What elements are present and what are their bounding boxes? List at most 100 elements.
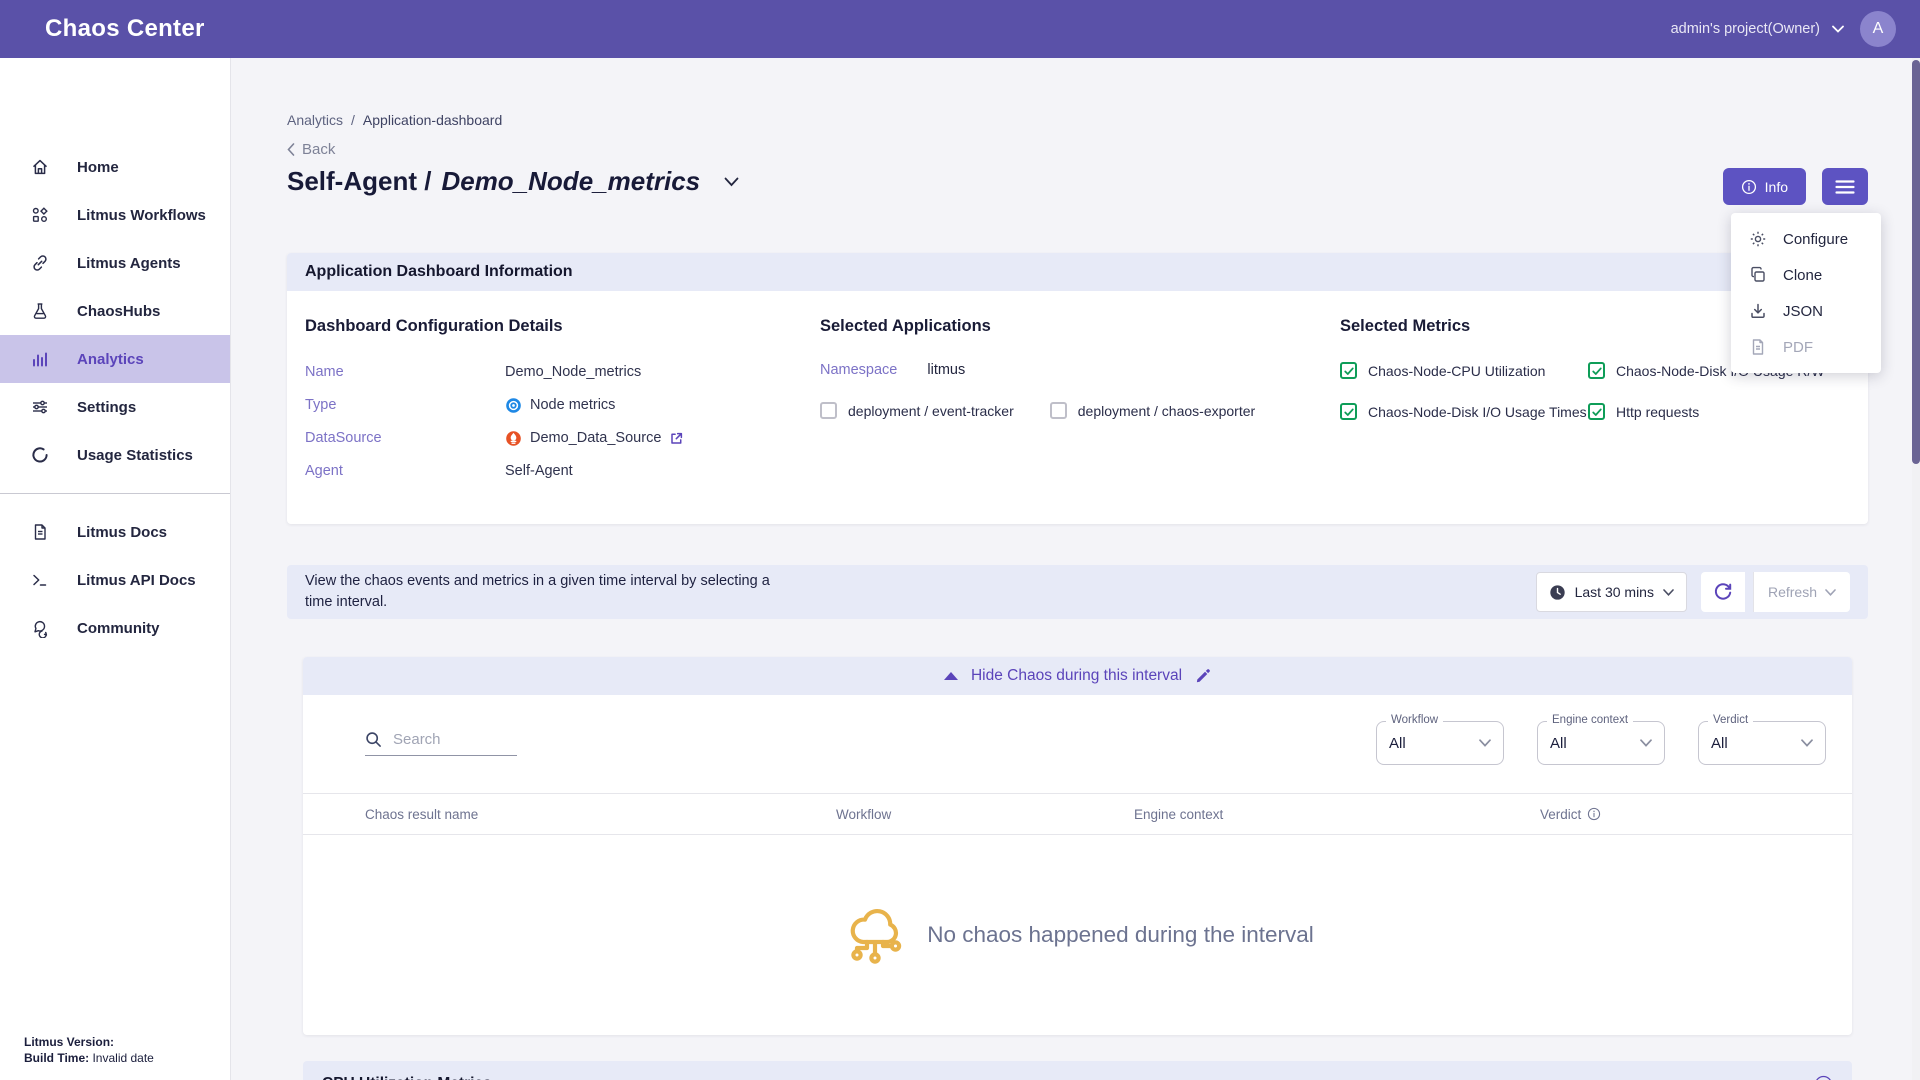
menu-item-clone[interactable]: Clone [1731, 257, 1881, 293]
refresh-mode-selector[interactable]: Refresh [1753, 572, 1850, 612]
checkbox-checked-icon [1588, 362, 1605, 379]
project-selector[interactable]: admin's project(Owner) [1671, 21, 1844, 37]
dashboard-menu-button[interactable] [1822, 168, 1868, 205]
avatar[interactable]: A [1860, 11, 1896, 47]
sidebar-item-home[interactable]: Home [0, 143, 230, 191]
chevron-down-icon [1825, 589, 1836, 596]
sidebar-item-label: Litmus API Docs [77, 572, 196, 589]
sidebar-item-litmus-workflows[interactable]: Litmus Workflows [0, 191, 230, 239]
chat-bubbles-icon [30, 618, 50, 638]
cloud-network-icon [841, 901, 909, 969]
clone-icon [1749, 266, 1767, 284]
refresh-now-button[interactable] [1701, 572, 1745, 612]
sidebar: Home Litmus Workflows Litmus Agents Chao… [0, 58, 231, 1080]
select-label: Engine context [1547, 714, 1633, 726]
column-chaos-result-name: Chaos result name [365, 807, 836, 822]
info-icon [1741, 179, 1757, 195]
info-button[interactable]: Info [1723, 168, 1806, 205]
engine-context-filter-select[interactable]: Engine context All [1537, 721, 1665, 765]
metric-checkbox-http-requests[interactable]: Http requests [1588, 403, 1850, 420]
sidebar-item-usage-statistics[interactable]: Usage Statistics [0, 431, 230, 479]
flask-icon [30, 301, 50, 321]
build-time-label: Build Time: [24, 1051, 89, 1065]
application-checkbox-event-tracker[interactable]: deployment / event-tracker [820, 402, 1014, 419]
checkbox-checked-icon [1340, 362, 1357, 379]
sidebar-item-chaoshubs[interactable]: ChaosHubs [0, 287, 230, 335]
search-input[interactable] [393, 731, 505, 748]
chevron-down-icon [1479, 739, 1491, 747]
info-button-label: Info [1765, 179, 1788, 195]
select-value: All [1389, 735, 1406, 752]
gear-icon [1749, 230, 1767, 248]
app-title: Chaos Center [45, 15, 205, 43]
application-checkbox-chaos-exporter[interactable]: deployment / chaos-exporter [1050, 402, 1255, 419]
menu-item-label: Configure [1783, 231, 1848, 248]
edit-interval-button[interactable] [1195, 668, 1211, 684]
chaos-toggle-bar: Hide Chaos during this interval [303, 657, 1852, 695]
home-icon [30, 157, 50, 177]
sidebar-item-label: Usage Statistics [77, 447, 193, 464]
back-link[interactable]: Back [287, 141, 357, 158]
name-label: Name [305, 364, 505, 380]
title-agent-prefix: Self-Agent / [287, 166, 431, 197]
document-icon [30, 522, 50, 542]
chevron-down-icon [1801, 739, 1813, 747]
sidebar-item-community[interactable]: Community [0, 604, 230, 652]
sidebar-item-label: ChaosHubs [77, 303, 160, 320]
menu-item-configure[interactable]: Configure [1731, 221, 1881, 257]
metric-checkbox-disk-io-times[interactable]: Chaos-Node-Disk I/O Usage Times [1340, 403, 1588, 420]
time-range-selector[interactable]: Last 30 mins [1536, 572, 1687, 612]
build-time-value: Invalid date [92, 1051, 153, 1065]
datasource-external-link[interactable] [669, 431, 684, 446]
metric-checkbox-cpu-utilization[interactable]: Chaos-Node-CPU Utilization [1340, 362, 1588, 379]
dashboard-switcher[interactable] [724, 177, 739, 187]
chevron-down-icon [1640, 739, 1652, 747]
clock-icon [1549, 584, 1566, 601]
chaos-events-panel: Hide Chaos during this interval Workflow… [303, 657, 1852, 1035]
empty-message: No chaos happened during the interval [927, 922, 1314, 948]
collapse-triangle-icon[interactable] [944, 672, 958, 680]
selected-applications-section: Selected Applications Namespace litmus d… [820, 317, 1340, 494]
checkbox-unchecked-icon [1050, 402, 1067, 419]
collapse-section-button[interactable] [1814, 1075, 1833, 1080]
breadcrumb-analytics[interactable]: Analytics [287, 112, 343, 128]
search-icon [365, 731, 382, 748]
sidebar-item-litmus-api-docs[interactable]: Litmus API Docs [0, 556, 230, 604]
agent-value: Self-Agent [505, 463, 573, 479]
menu-item-json[interactable]: JSON [1731, 293, 1881, 329]
sidebar-item-analytics[interactable]: Analytics [0, 335, 230, 383]
menu-item-pdf[interactable]: PDF [1731, 329, 1881, 365]
checkbox-label: Http requests [1616, 404, 1699, 420]
usage-circle-icon [30, 445, 50, 465]
sidebar-item-litmus-agents[interactable]: Litmus Agents [0, 239, 230, 287]
verdict-filter-select[interactable]: Verdict All [1698, 721, 1826, 765]
sidebar-item-litmus-docs[interactable]: Litmus Docs [0, 508, 230, 556]
sidebar-item-label: Analytics [77, 351, 144, 368]
type-value: Node metrics [530, 397, 615, 413]
cpu-metrics-header: CPU Utilization Metrics [303, 1061, 1852, 1080]
chevron-down-icon [724, 177, 739, 187]
checkbox-label: Chaos-Node-CPU Utilization [1368, 363, 1545, 379]
version-info: Litmus Version: Build Time: Invalid date [0, 1034, 230, 1080]
datasource-value: Demo_Data_Source [530, 430, 661, 446]
node-metrics-icon [505, 397, 522, 414]
prometheus-icon [505, 430, 522, 447]
sliders-icon [30, 397, 50, 417]
refresh-label: Refresh [1768, 584, 1817, 600]
breadcrumb-application-dashboard[interactable]: Application-dashboard [363, 112, 502, 128]
column-verdict-label: Verdict [1540, 807, 1581, 822]
main-content: Analytics / Application-dashboard Back S… [231, 58, 1920, 1080]
bar-chart-icon [30, 349, 50, 369]
workflow-filter-select[interactable]: Workflow All [1376, 721, 1504, 765]
info-circle-icon[interactable] [1587, 807, 1601, 821]
cpu-metrics-title: CPU Utilization Metrics [322, 1075, 492, 1080]
scrollbar-thumb[interactable] [1912, 60, 1920, 464]
time-range-value: Last 30 mins [1575, 584, 1654, 600]
sidebar-item-settings[interactable]: Settings [0, 383, 230, 431]
column-verdict: Verdict [1540, 807, 1826, 822]
title-dashboard-name: Demo_Node_metrics [441, 166, 700, 197]
menu-item-label: PDF [1783, 339, 1813, 356]
project-name: admin's project(Owner) [1671, 21, 1820, 37]
hide-chaos-toggle[interactable]: Hide Chaos during this interval [971, 667, 1182, 685]
chevron-down-icon [1832, 25, 1844, 33]
